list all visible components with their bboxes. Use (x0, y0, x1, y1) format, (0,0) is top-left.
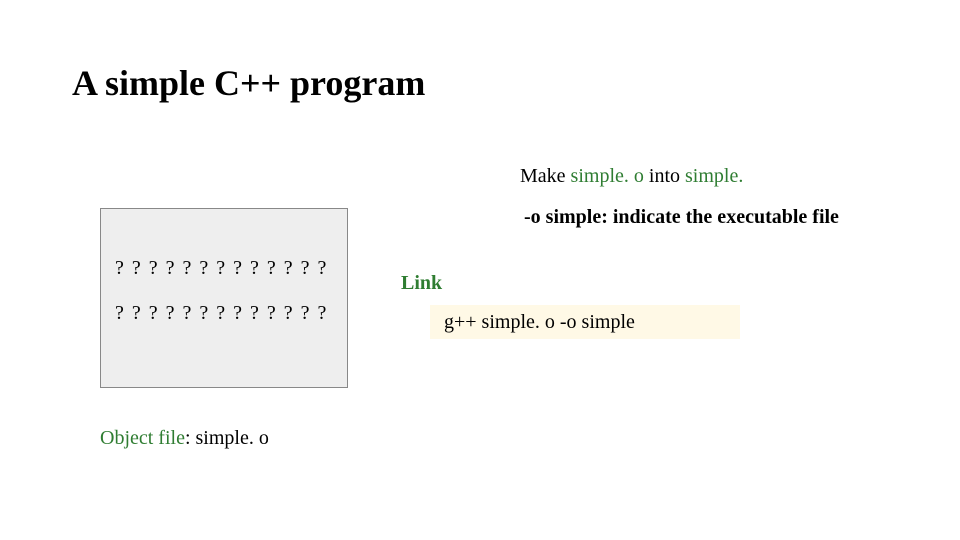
code-line-2: ? ? ? ? ? ? ? ? ? ? ? ? ? (115, 302, 333, 325)
command-text: g++ simple. o -o simple (444, 311, 635, 334)
link-label: Link (401, 272, 442, 295)
object-file-label: Object file: simple. o (100, 427, 269, 450)
object-code-box: ? ? ? ? ? ? ? ? ? ? ? ? ? ? ? ? ? ? ? ? … (100, 208, 348, 388)
note-line: -o simple: indicate the executable file (524, 206, 839, 229)
make-prefix: Make (520, 165, 571, 187)
make-file2: simple. (685, 165, 743, 187)
object-file-key: Object file (100, 427, 185, 449)
make-mid: into (644, 165, 685, 187)
make-file1: simple. o (571, 165, 644, 187)
command-box: g++ simple. o -o simple (430, 305, 740, 339)
object-file-value: : simple. o (185, 427, 269, 449)
slide-title: A simple C++ program (72, 62, 425, 104)
make-line: Make simple. o into simple. (520, 165, 743, 188)
code-line-1: ? ? ? ? ? ? ? ? ? ? ? ? ? (115, 257, 333, 280)
